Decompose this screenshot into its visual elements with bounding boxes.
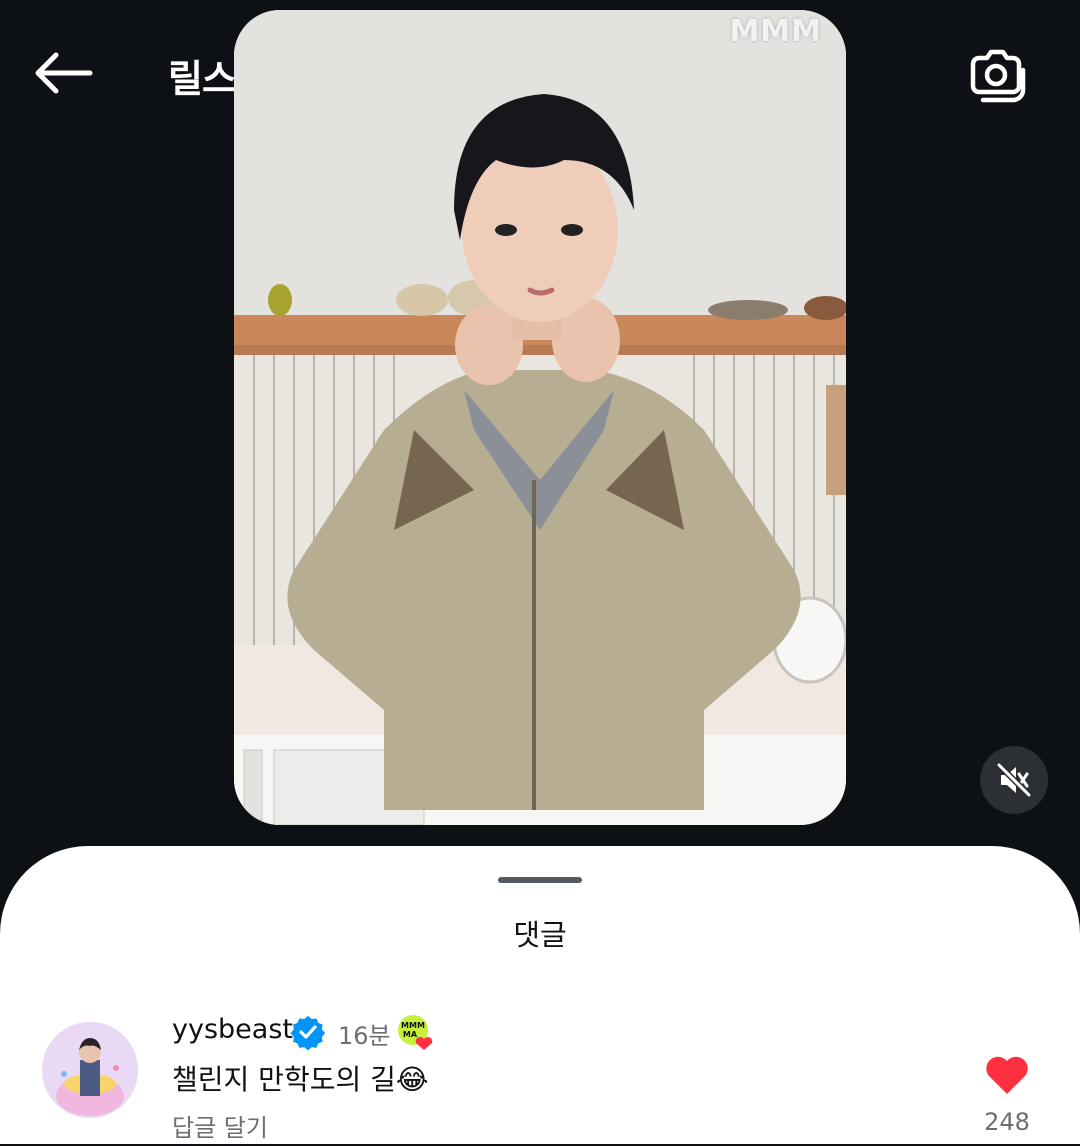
svg-text:MMM: MMM [401,1021,425,1030]
reel-video[interactable]: MMM [234,10,846,825]
comment-username[interactable]: yysbeast [172,1014,293,1045]
comments-sheet: 댓글 yysbeast 16분 MMM MA 챌린지 만학도의 길😂 답글 달기… [0,846,1080,1144]
author-liked-icon: MMM MA [398,1015,433,1050]
reply-button[interactable]: 답글 달기 [172,1108,268,1143]
verified-badge-icon [290,1015,326,1050]
comment-item: yysbeast 16분 MMM MA 챌린지 만학도의 길😂 답글 달기 24… [0,1006,1080,1146]
like-count: 248 [984,1108,1030,1136]
speaker-muted-icon [996,762,1032,798]
page-title: 릴스 [168,57,237,101]
video-watermark: MMM [729,14,822,49]
comment-time: 16분 [338,1022,391,1050]
sheet-drag-handle[interactable] [498,877,582,883]
camera-button[interactable] [960,40,1034,110]
back-button[interactable] [28,42,98,104]
avatar[interactable] [42,1022,138,1118]
heart-icon[interactable] [984,1054,1030,1096]
avatar-image [42,1022,138,1118]
camera-icon [970,49,1026,103]
arrow-left-icon [35,52,93,94]
mute-button[interactable] [980,746,1048,814]
comments-title: 댓글 [513,918,567,952]
video-frame-image [234,10,846,825]
comment-text: 챌린지 만학도의 길😂 [172,1063,429,1096]
svg-text:MA: MA [403,1030,418,1039]
